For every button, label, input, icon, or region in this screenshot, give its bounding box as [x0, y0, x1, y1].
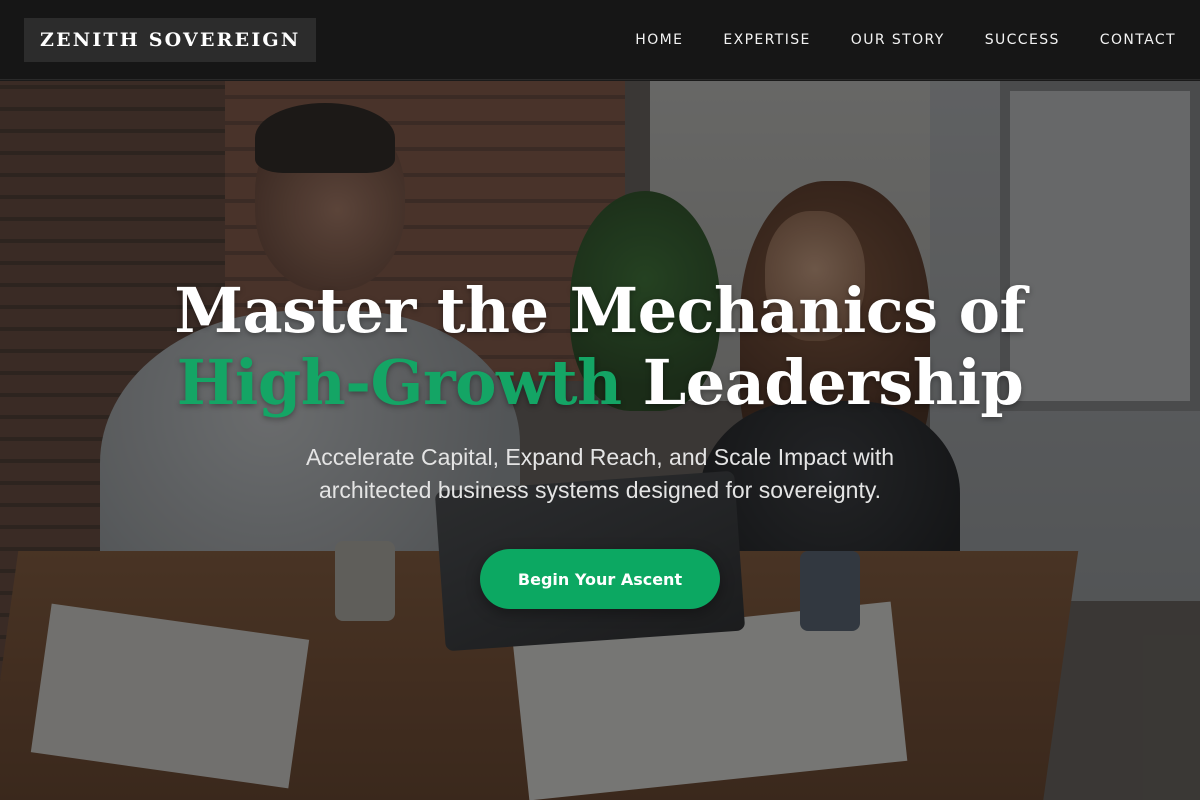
hero-subtext: Accelerate Capital, Expand Reach, and Sc…: [305, 444, 895, 503]
headline-rest: Leadership: [621, 346, 1024, 419]
hero-section: Master the Mechanics of High-Growth Lead…: [0, 81, 1200, 800]
nav-our-story[interactable]: OUR STORY: [851, 32, 945, 48]
nav-contact[interactable]: CONTACT: [1100, 32, 1176, 48]
logo[interactable]: ZENITH SOVEREIGN: [24, 17, 317, 62]
nav-expertise[interactable]: EXPERTISE: [723, 32, 810, 48]
hero-content: Master the Mechanics of High-Growth Lead…: [0, 81, 1200, 800]
site-header: ZENITH SOVEREIGN HOME EXPERTISE OUR STOR…: [0, 0, 1200, 80]
headline-accent: High-Growth: [176, 346, 622, 419]
main-nav: HOME EXPERTISE OUR STORY SUCCESS CONTACT: [635, 32, 1176, 48]
nav-success[interactable]: SUCCESS: [985, 32, 1060, 48]
headline-line-1: Master the Mechanics of: [174, 274, 1026, 347]
nav-home[interactable]: HOME: [635, 32, 683, 48]
begin-your-ascent-button[interactable]: Begin Your Ascent: [480, 549, 720, 609]
hero-headline: Master the Mechanics of High-Growth Lead…: [174, 274, 1026, 419]
